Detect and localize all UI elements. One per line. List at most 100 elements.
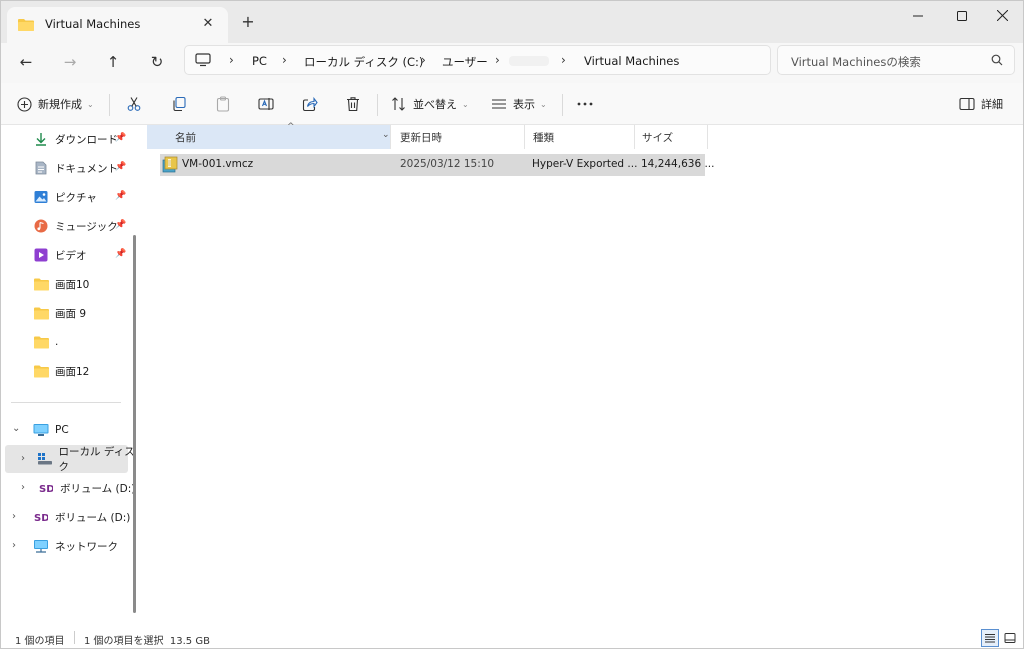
status-divider xyxy=(74,631,75,644)
chevron-down-icon[interactable]: ⌄ xyxy=(382,130,390,140)
sidebar-scroll-thumb[interactable] xyxy=(133,235,136,613)
file-date: 2025/03/12 15:10 xyxy=(400,158,495,170)
pin-icon[interactable]: 📌 xyxy=(115,220,126,230)
sidebar-item-folder-9[interactable]: 画面 9 xyxy=(33,300,86,326)
sidebar-item-documents[interactable]: ドキュメント xyxy=(33,155,118,181)
sidebar-item-folder-dot[interactable]: . xyxy=(33,329,58,355)
svg-text:SD: SD xyxy=(39,484,53,495)
pin-icon[interactable]: 📌 xyxy=(115,162,126,172)
sidebar-item-network[interactable]: ネットワーク xyxy=(33,533,118,559)
details-pane-button[interactable]: 詳細 xyxy=(959,93,1003,115)
download-icon xyxy=(33,131,49,147)
address-bar[interactable]: › PC › ローカル ディスク (C:) › ユーザー › › Virtual… xyxy=(184,45,771,75)
chevron-right-icon[interactable]: › xyxy=(12,511,16,522)
computer-icon xyxy=(195,53,211,70)
breadcrumb-local-disk[interactable]: ローカル ディスク (C:) xyxy=(304,54,423,70)
tab-virtual-machines[interactable]: Virtual Machines ✕ xyxy=(7,7,228,43)
item-count: 1 個の項目 xyxy=(15,636,65,647)
forward-arrow-icon[interactable]: → xyxy=(56,48,84,76)
breadcrumb-virtual-machines[interactable]: Virtual Machines xyxy=(584,54,679,68)
sidebar-item-volume-d-2[interactable]: SD ボリューム (D:) xyxy=(33,504,130,530)
sort-up-icon: ^ xyxy=(287,122,295,132)
plus-circle-icon xyxy=(17,96,32,112)
sidebar-item-volume-d[interactable]: SD ボリューム (D:) xyxy=(38,475,135,501)
close-icon[interactable] xyxy=(979,1,1024,31)
drive-icon xyxy=(38,451,53,467)
refresh-icon[interactable]: ↻ xyxy=(143,48,171,76)
tab-title: Virtual Machines xyxy=(45,17,141,31)
tab-close-icon[interactable]: ✕ xyxy=(196,14,220,34)
toolbar-divider xyxy=(562,94,563,116)
sidebar-item-downloads[interactable]: ダウンロード xyxy=(33,126,118,152)
sidebar-item-folder-12[interactable]: 画面12 xyxy=(33,358,89,384)
new-button[interactable]: 新規作成 ⌄ xyxy=(17,93,94,115)
details-view-button[interactable] xyxy=(981,629,999,647)
chevron-right-icon[interactable]: › xyxy=(12,540,16,551)
search-box[interactable]: Virtual Machinesの検索 xyxy=(777,45,1015,75)
column-header-name[interactable]: 名前 ^ xyxy=(147,122,391,149)
redacted-username[interactable] xyxy=(509,56,549,66)
column-header-type[interactable]: 種類 xyxy=(525,125,635,149)
chevron-right-icon: › xyxy=(495,53,500,67)
share-button[interactable] xyxy=(302,93,318,115)
file-explorer-window: Virtual Machines ✕ + ← → ↑ ↻ › PC › ローカル… xyxy=(0,0,1024,649)
cut-button[interactable] xyxy=(126,93,142,115)
sd-card-icon: SD xyxy=(38,480,54,496)
up-arrow-icon[interactable]: ↑ xyxy=(99,48,127,76)
navigation-pane: ダウンロード 📌 ドキュメント 📌 ピクチャ 📌 ミュージック 📌 ビデオ 📌 … xyxy=(1,125,137,628)
sidebar-item-videos[interactable]: ビデオ xyxy=(33,242,87,268)
delete-button[interactable] xyxy=(345,93,361,115)
chevron-right-icon: › xyxy=(561,53,566,67)
column-name-label: 名前 xyxy=(175,131,196,144)
column-header-date[interactable]: 更新日時 xyxy=(391,125,525,149)
view-button[interactable]: 表示 ⌄ xyxy=(491,93,547,115)
sidebar-item-label: PC xyxy=(55,424,69,436)
trash-icon xyxy=(345,96,361,112)
picture-icon xyxy=(33,189,49,205)
music-icon xyxy=(33,218,49,234)
details-label: 詳細 xyxy=(981,98,1003,111)
file-size: 14,244,636 ... xyxy=(641,158,715,170)
breadcrumb-pc[interactable]: PC xyxy=(252,54,267,68)
sort-button[interactable]: 並べ替え ⌄ xyxy=(391,93,469,115)
file-name[interactable]: VM-001.vmcz xyxy=(182,158,253,170)
preview-view-icon xyxy=(1004,633,1016,643)
document-icon xyxy=(33,160,49,176)
chevron-right-icon[interactable]: › xyxy=(21,453,25,464)
pin-icon[interactable]: 📌 xyxy=(115,191,126,201)
chevron-right-icon: › xyxy=(229,53,234,67)
sidebar-item-folder-10[interactable]: 画面10 xyxy=(33,271,89,297)
sidebar-item-pc[interactable]: PC xyxy=(33,417,69,443)
sidebar-item-label: ビデオ xyxy=(55,249,87,262)
sidebar-item-local-disk[interactable]: ローカル ディスク xyxy=(38,446,137,473)
back-arrow-icon[interactable]: ← xyxy=(12,48,40,76)
network-icon xyxy=(33,538,49,554)
paste-button[interactable] xyxy=(215,93,231,115)
breadcrumb-users[interactable]: ユーザー xyxy=(442,54,488,70)
rename-icon xyxy=(258,96,274,112)
folder-icon xyxy=(33,363,49,379)
pin-icon[interactable]: 📌 xyxy=(115,249,126,259)
clipboard-icon xyxy=(215,96,231,112)
column-header-size[interactable]: サイズ xyxy=(635,125,708,149)
minimize-icon[interactable] xyxy=(895,1,941,31)
pin-icon[interactable]: 📌 xyxy=(115,133,126,143)
search-placeholder: Virtual Machinesの検索 xyxy=(791,55,921,69)
chevron-right-icon: › xyxy=(282,53,287,67)
chevron-down-icon[interactable]: ⌄ xyxy=(12,423,20,434)
folder-icon xyxy=(33,334,49,350)
sidebar-item-pictures[interactable]: ピクチャ xyxy=(33,184,97,210)
tiles-view-button[interactable] xyxy=(1001,629,1019,647)
column-date-label: 更新日時 xyxy=(400,131,442,144)
chevron-right-icon[interactable]: › xyxy=(21,482,25,493)
copy-button[interactable] xyxy=(171,93,187,115)
sidebar-item-label: ボリューム (D:) xyxy=(55,511,131,524)
rename-button[interactable] xyxy=(258,93,274,115)
more-options-button[interactable] xyxy=(576,93,594,115)
sidebar-item-music[interactable]: ミュージック xyxy=(33,213,118,239)
new-tab-plus-icon[interactable]: + xyxy=(237,12,259,34)
title-bar: Virtual Machines ✕ + xyxy=(1,1,1023,43)
details-pane-icon xyxy=(959,97,975,111)
sidebar-item-label: 画面12 xyxy=(55,365,90,378)
scissors-icon xyxy=(126,96,142,112)
